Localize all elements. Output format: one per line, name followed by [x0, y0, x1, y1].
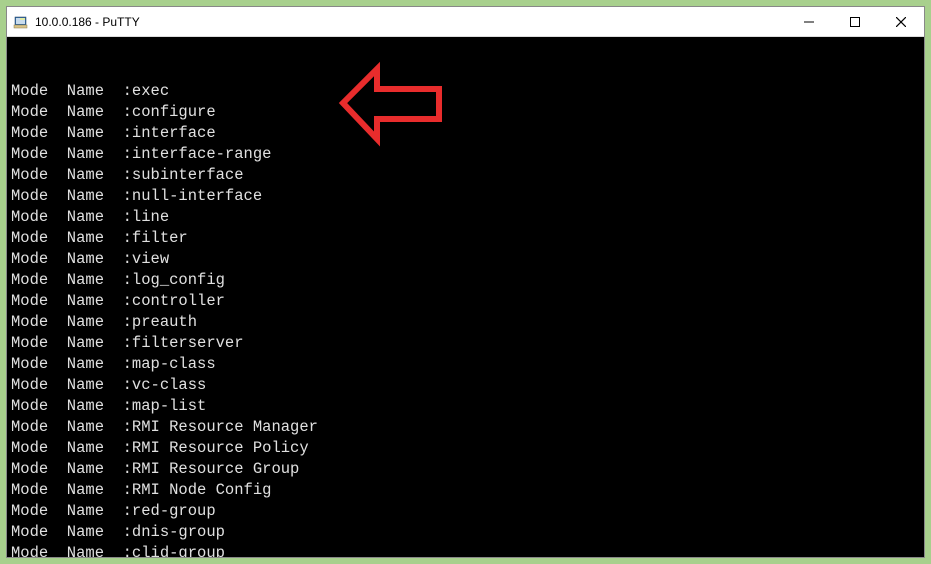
window-controls	[786, 7, 924, 36]
putty-icon	[13, 14, 29, 30]
terminal-line: Mode Name :map-class	[11, 354, 920, 375]
terminal-line: Mode Name :view	[11, 249, 920, 270]
terminal-line: Mode Name :RMI Resource Policy	[11, 438, 920, 459]
terminal-line: Mode Name :configure	[11, 102, 920, 123]
terminal-line: Mode Name :subinterface	[11, 165, 920, 186]
terminal-line: Mode Name :preauth	[11, 312, 920, 333]
putty-window: 10.0.0.186 - PuTTY Mode Name :execMod	[6, 6, 925, 558]
terminal-line: Mode Name :interface-range	[11, 144, 920, 165]
close-icon	[896, 17, 906, 27]
terminal-line: Mode Name :exec	[11, 81, 920, 102]
terminal-area[interactable]: Mode Name :execMode Name :configureMode …	[7, 37, 924, 557]
terminal-line: Mode Name :map-list	[11, 396, 920, 417]
close-button[interactable]	[878, 7, 924, 36]
minimize-button[interactable]	[786, 7, 832, 36]
terminal-line: Mode Name :filterserver	[11, 333, 920, 354]
terminal-line: Mode Name :dnis-group	[11, 522, 920, 543]
window-title: 10.0.0.186 - PuTTY	[35, 15, 786, 29]
terminal-line: Mode Name :RMI Node Config	[11, 480, 920, 501]
terminal-line: Mode Name :filter	[11, 228, 920, 249]
terminal-line: Mode Name :vc-class	[11, 375, 920, 396]
terminal-output: Mode Name :execMode Name :configureMode …	[11, 81, 920, 557]
terminal-line: Mode Name :RMI Resource Group	[11, 459, 920, 480]
terminal-line: Mode Name :interface	[11, 123, 920, 144]
terminal-line: Mode Name :clid-group	[11, 543, 920, 557]
terminal-line: Mode Name :log_config	[11, 270, 920, 291]
titlebar: 10.0.0.186 - PuTTY	[7, 7, 924, 37]
terminal-line: Mode Name :controller	[11, 291, 920, 312]
terminal-line: Mode Name :null-interface	[11, 186, 920, 207]
maximize-button[interactable]	[832, 7, 878, 36]
minimize-icon	[804, 17, 814, 27]
terminal-line: Mode Name :red-group	[11, 501, 920, 522]
terminal-line: Mode Name :RMI Resource Manager	[11, 417, 920, 438]
maximize-icon	[850, 17, 860, 27]
terminal-line: Mode Name :line	[11, 207, 920, 228]
